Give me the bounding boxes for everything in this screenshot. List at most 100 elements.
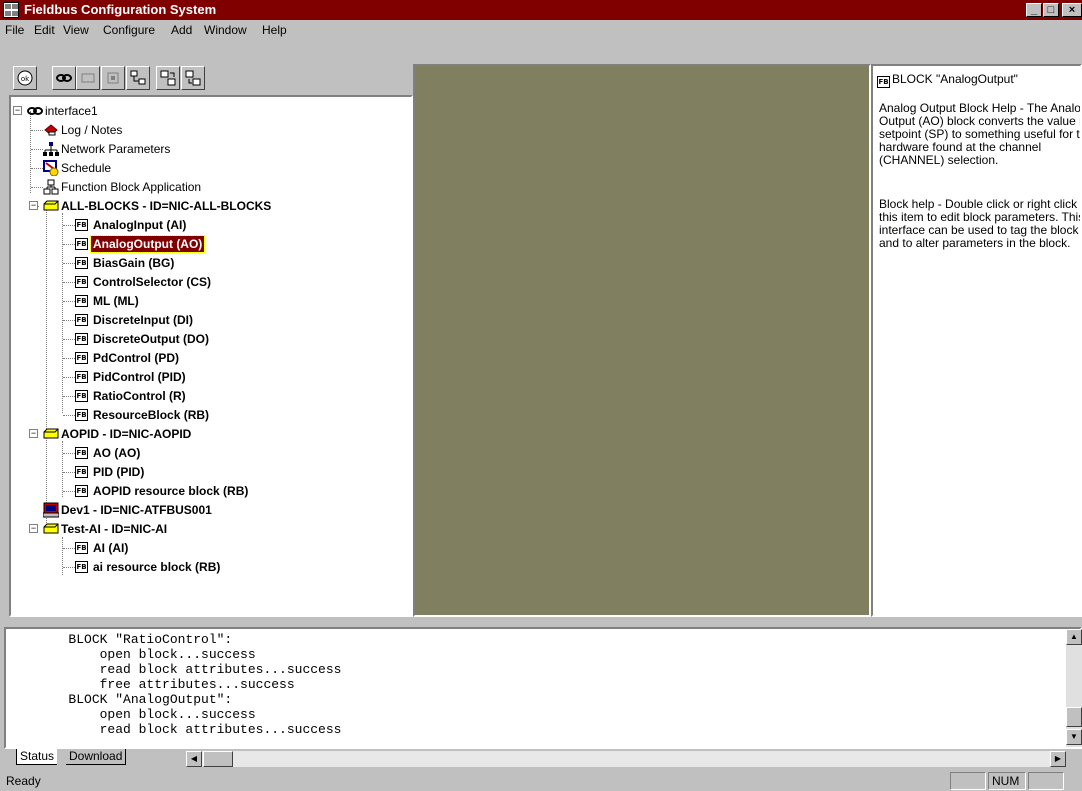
tree-device-dev1[interactable]: Dev1 - ID=NIC-ATFBUS001 [11, 501, 401, 519]
tree-item-log-notes[interactable]: Log / Notes [11, 121, 391, 139]
scroll-right-button[interactable]: ▶ [1050, 751, 1066, 767]
menu-configure[interactable]: Configure [103, 22, 155, 38]
menu-file[interactable]: File [5, 22, 24, 38]
log-line: read block attributes...success [6, 722, 342, 737]
tree-block-label: DiscreteInput (DI) [93, 313, 194, 327]
tree-block[interactable]: FB AI (AI) [11, 539, 401, 557]
scroll-up-button[interactable]: ▲ [1066, 629, 1082, 645]
app-icon[interactable] [3, 2, 19, 18]
tree-device-aopid[interactable]: − AOPID - ID=NIC-AOPID [11, 425, 401, 443]
function-block-app-icon [43, 179, 59, 195]
log-horizontal-scrollbar[interactable]: ◀ ▶ [186, 751, 1066, 767]
menu-view[interactable]: View [63, 22, 89, 38]
tree-line [31, 187, 43, 188]
scroll-left-button[interactable]: ◀ [186, 751, 202, 767]
function-block-icon: FB [75, 466, 88, 478]
workspace-pane[interactable] [413, 64, 871, 617]
tree-block[interactable]: FB PdControl (PD) [11, 349, 401, 367]
tree-pane[interactable]: − interface1 Log / Notes Network Paramet… [9, 95, 413, 617]
status-text: Ready [6, 774, 41, 788]
function-block-icon: FB [75, 542, 88, 554]
tree-device-label: Dev1 - ID=NIC-ATFBUS001 [61, 503, 212, 517]
log-line: open block...success [6, 647, 256, 662]
upload-button[interactable] [181, 66, 205, 90]
tree-block-label: ai resource block (RB) [93, 560, 221, 574]
ok-button[interactable]: ok [13, 66, 37, 90]
tree-block-label: RatioControl (R) [93, 389, 186, 403]
help-header: FB BLOCK "AnalogOutput" [877, 72, 1018, 88]
log-line: read block attributes...success [6, 662, 342, 677]
tree-block-label: BiasGain (BG) [93, 256, 175, 270]
scroll-thumb[interactable] [203, 751, 233, 767]
tree-block[interactable]: FB DiscreteOutput (DO) [11, 330, 401, 348]
tree-block[interactable]: FB AOPID resource block (RB) [11, 482, 401, 500]
minimize-button[interactable]: _ [1026, 3, 1042, 17]
function-block-icon: FB [75, 314, 88, 326]
device-icon [43, 428, 59, 439]
collapse-toggle[interactable]: − [29, 524, 38, 533]
tab-status[interactable]: Status [16, 749, 58, 765]
tree-line [63, 377, 75, 378]
title-bar[interactable]: Fieldbus Configuration System _ □ × [0, 0, 1082, 20]
function-block-icon: FB [75, 238, 88, 250]
scroll-down-button[interactable]: ▼ [1066, 729, 1082, 745]
tab-download[interactable]: Download [66, 749, 127, 765]
maximize-button[interactable]: □ [1043, 3, 1059, 17]
tree-item-network-parameters[interactable]: Network Parameters [11, 140, 391, 158]
function-block-icon: FB [75, 390, 88, 402]
tree-block-label: AOPID resource block (RB) [93, 484, 249, 498]
tree-block-selected[interactable]: FB AnalogOutput (AO) [11, 235, 401, 253]
tree-block[interactable]: FB PidControl (PID) [11, 368, 401, 386]
tree-block[interactable]: FB AnalogInput (AI) [11, 216, 401, 234]
tree-block-label: AnalogOutput (AO) [89, 235, 206, 253]
menu-window[interactable]: Window [204, 22, 247, 38]
tree-line [31, 149, 43, 150]
menu-edit[interactable]: Edit [34, 22, 55, 38]
tree-block[interactable]: FB PID (PID) [11, 463, 401, 481]
disabled-button-1[interactable] [76, 66, 100, 90]
upload-icon [185, 70, 201, 86]
tree-line [63, 244, 75, 245]
tree-block[interactable]: FB DiscreteInput (DI) [11, 311, 401, 329]
help-paragraph: Block help - Double click or right click… [879, 197, 1082, 250]
tree-block[interactable]: FB RatioControl (R) [11, 387, 401, 405]
tree-block-label: DiscreteOutput (DO) [93, 332, 210, 346]
tree-block[interactable]: FB ResourceBlock (RB) [11, 406, 401, 424]
tree-block[interactable]: FB ControlSelector (CS) [11, 273, 401, 291]
tree-item-label: Network Parameters [61, 142, 171, 156]
collapse-toggle[interactable]: − [29, 201, 38, 210]
link-button[interactable] [52, 66, 76, 90]
log-vertical-scrollbar[interactable]: ▲ ▼ [1066, 629, 1082, 747]
disabled-button-2[interactable] [101, 66, 125, 90]
menu-help[interactable]: Help [262, 22, 287, 38]
log-line: open block...success [6, 707, 256, 722]
tree-root-interface1[interactable]: − interface1 [11, 102, 391, 120]
close-button[interactable]: × [1062, 3, 1082, 17]
tree-item-function-block-application[interactable]: Function Block Application [11, 178, 391, 196]
collapse-toggle[interactable]: − [29, 429, 38, 438]
tree-line [31, 168, 43, 169]
function-block-app-icon [130, 70, 146, 85]
tree-block[interactable]: FB ML (ML) [11, 292, 401, 310]
svg-text:ok: ok [21, 75, 30, 83]
tree-block[interactable]: FB ai resource block (RB) [11, 558, 401, 576]
tree-line [63, 567, 75, 568]
link-icon [56, 74, 72, 82]
tree-device-all-blocks[interactable]: − ALL-BLOCKS - ID=NIC-ALL-BLOCKS [11, 197, 401, 215]
scroll-thumb[interactable] [1066, 707, 1082, 727]
tree-item-schedule[interactable]: Schedule [11, 159, 391, 177]
tree-device-test-ai[interactable]: − Test-AI - ID=NIC-AI [11, 520, 401, 538]
tree-line [63, 415, 75, 416]
tree-item-label: Schedule [61, 161, 112, 175]
status-log-pane[interactable]: BLOCK "RatioControl": open block...succe… [4, 627, 1082, 749]
tree-line [63, 320, 75, 321]
blank-icon [81, 73, 95, 83]
function-block-app-button[interactable] [126, 66, 150, 90]
tree-block[interactable]: FB AO (AO) [11, 444, 401, 462]
tree-item-label: Log / Notes [61, 123, 123, 137]
log-line: BLOCK "RatioControl": [6, 632, 233, 647]
collapse-toggle[interactable]: − [13, 106, 22, 115]
tree-block[interactable]: FB BiasGain (BG) [11, 254, 401, 272]
download-button[interactable] [156, 66, 180, 90]
menu-add[interactable]: Add [171, 22, 192, 38]
